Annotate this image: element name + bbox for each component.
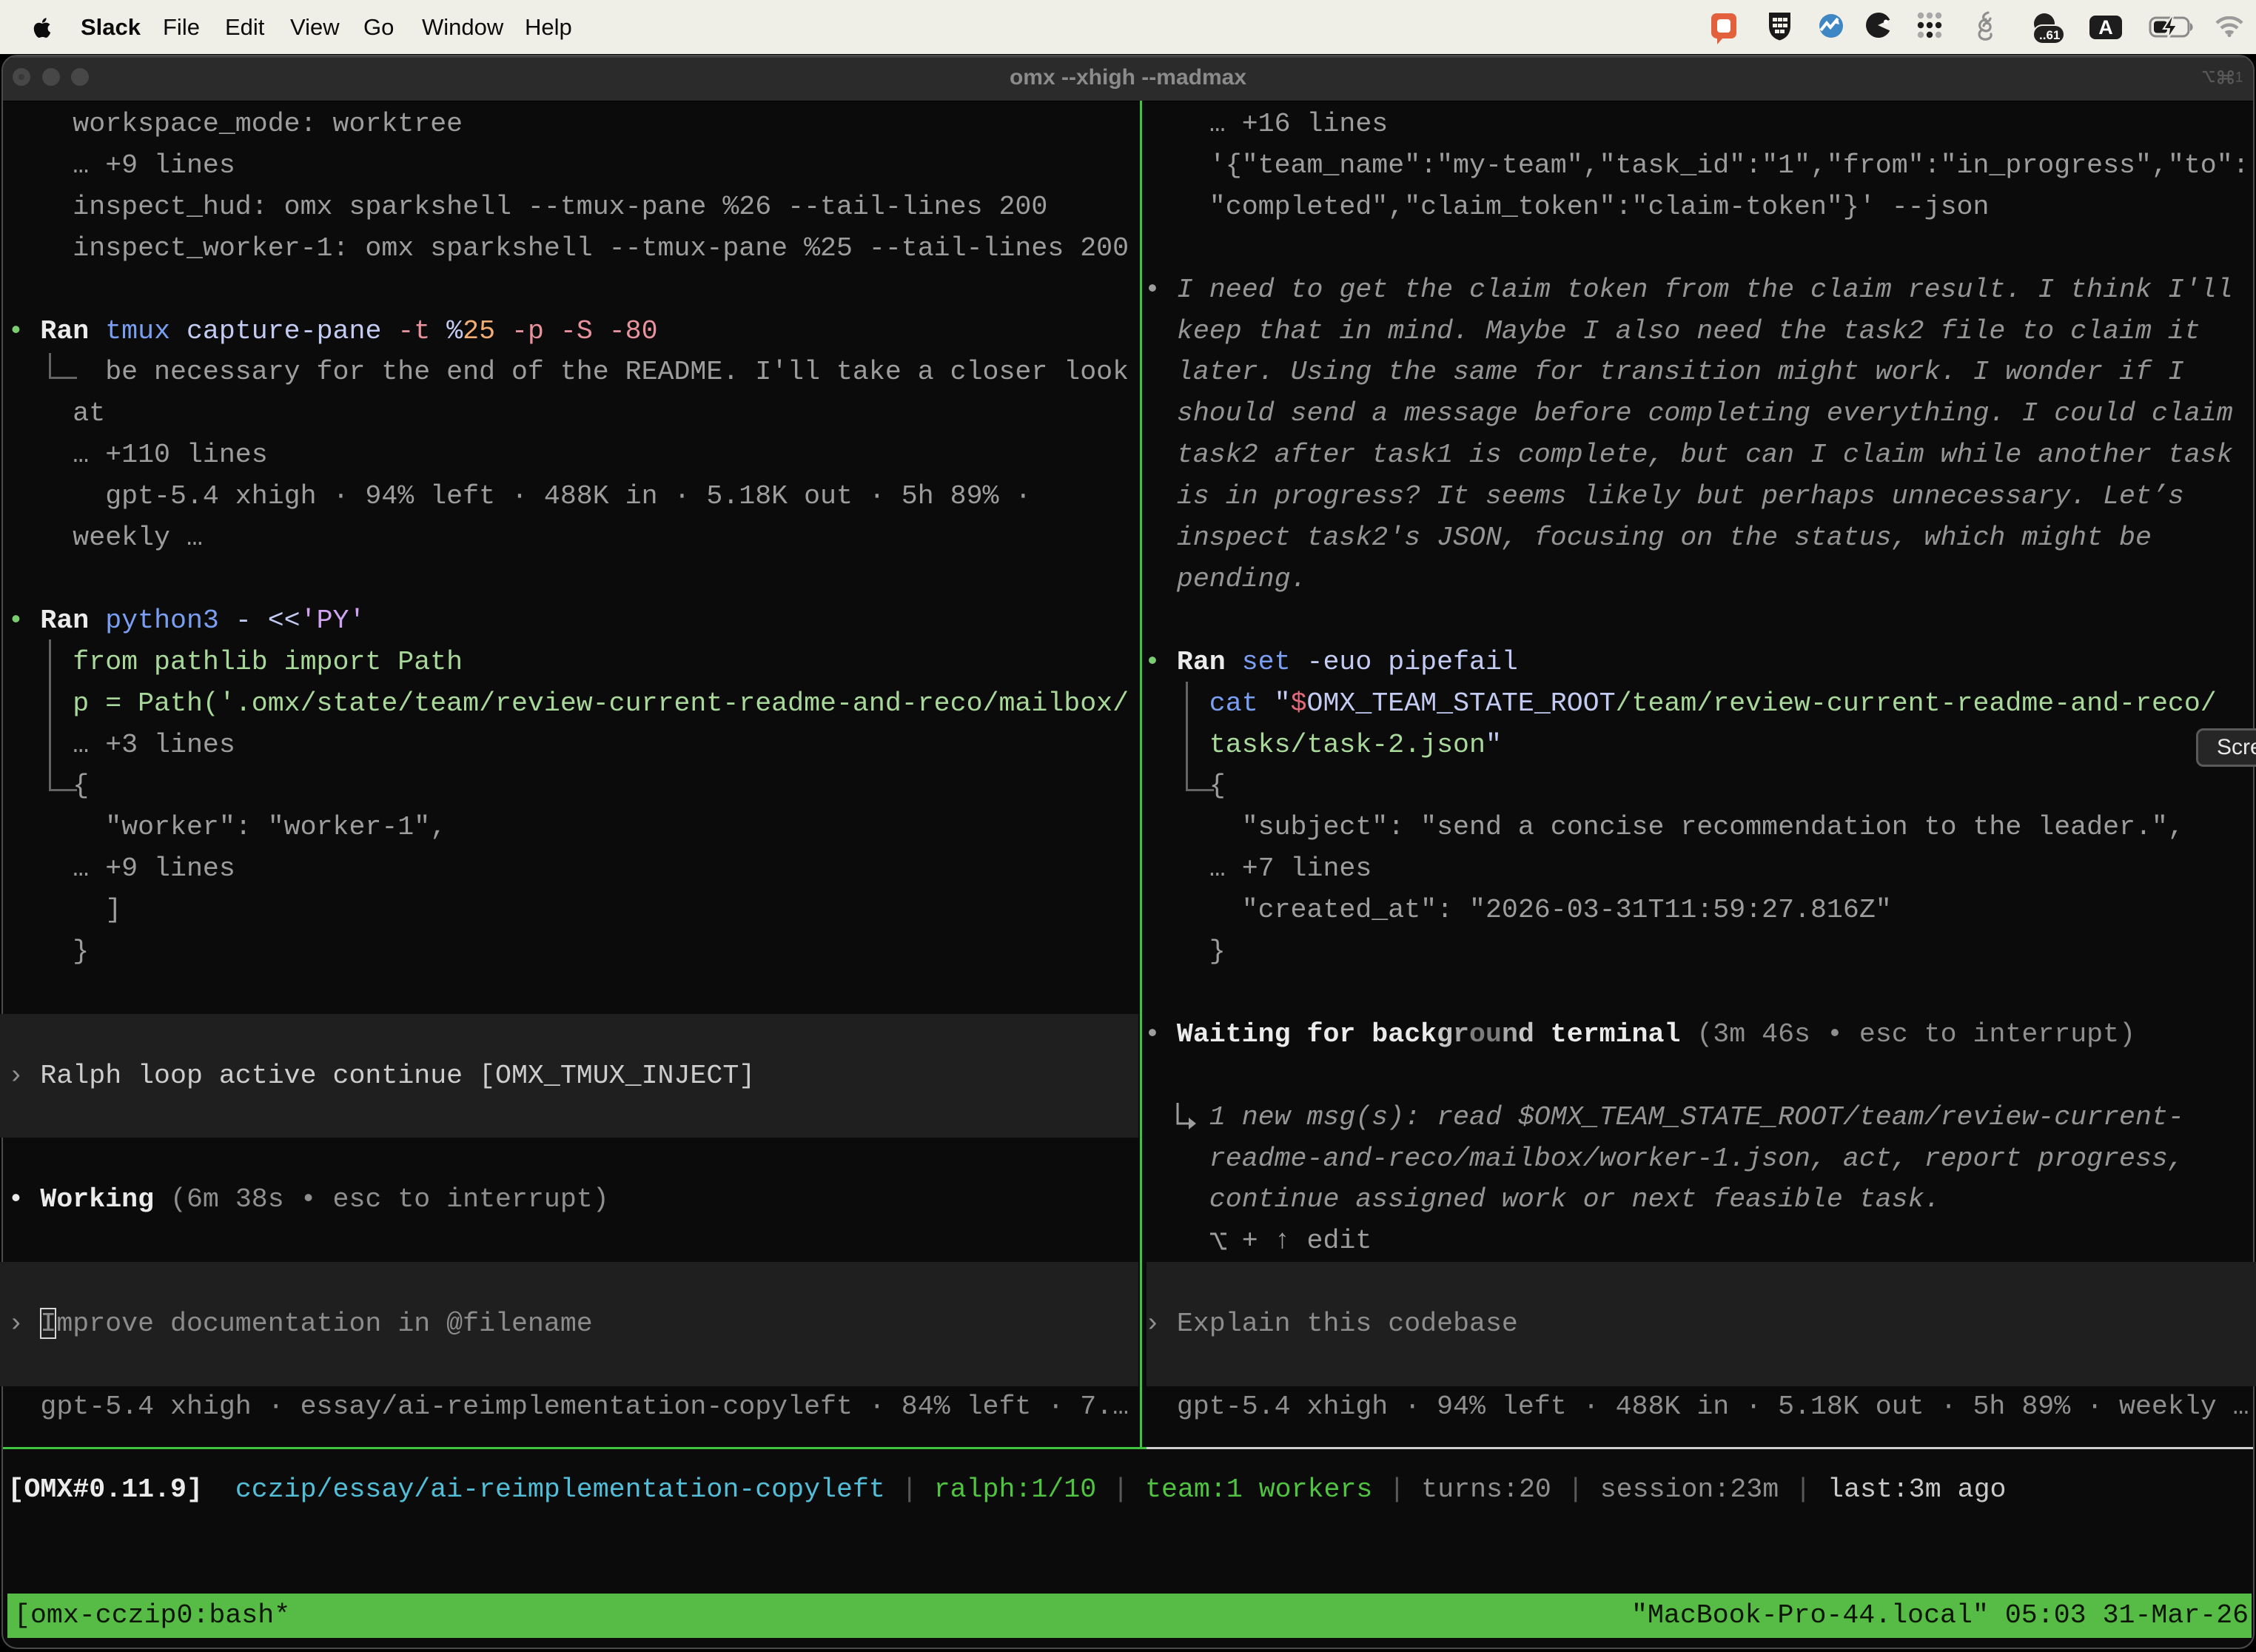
- svg-text:..61: ..61: [2039, 28, 2060, 42]
- svg-text:1: 1: [2235, 70, 2243, 84]
